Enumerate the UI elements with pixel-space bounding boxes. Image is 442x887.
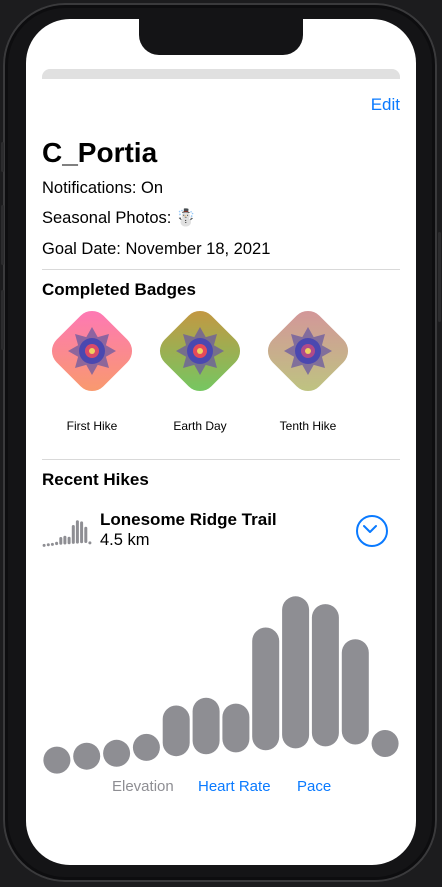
edit-button[interactable]: Edit	[371, 95, 400, 115]
mini-elevation-bar	[50, 542, 54, 546]
hike-elevation-mini-chart	[42, 520, 92, 547]
badge-emblem-icon	[176, 327, 224, 375]
badge-emblem-icon	[68, 327, 116, 375]
divider	[42, 459, 400, 460]
elevation-bar	[252, 627, 280, 751]
badge-label: First Hike	[66, 419, 118, 433]
tab-heart-rate[interactable]: Heart Rate	[198, 778, 271, 795]
goal-date: Goal Date: November 18, 2021	[42, 240, 271, 258]
badge-label: Earth Day	[173, 419, 227, 433]
elevation-chart	[43, 596, 399, 774]
elevation-bar	[341, 639, 369, 745]
seasonal-photos-status: Seasonal Photos: ☃️	[42, 209, 197, 227]
username: C_Portia	[42, 137, 158, 168]
elevation-bar	[103, 739, 131, 767]
sheet-edge	[42, 69, 400, 79]
mini-elevation-bar	[42, 543, 46, 547]
volume-down-button	[1, 290, 4, 350]
badge-emblem-icon	[284, 327, 332, 375]
mini-elevation-bar	[55, 541, 59, 546]
mini-elevation-bar	[67, 536, 71, 545]
hike-distance: 4.5 km	[100, 531, 150, 549]
mute-switch	[1, 142, 4, 172]
mini-elevation-bar	[46, 543, 50, 547]
elevation-bar	[371, 730, 399, 757]
mini-elevation-bar	[84, 526, 88, 543]
notch	[139, 19, 303, 55]
elevation-bar	[222, 703, 250, 753]
badge-label: Tenth Hike	[279, 419, 337, 433]
mini-elevation-bar	[71, 525, 75, 544]
side-button	[438, 232, 441, 322]
elevation-bar	[192, 697, 220, 755]
screen: Edit C_Portia Notifications: On Seasonal…	[26, 19, 416, 865]
mini-elevation-bar	[63, 535, 67, 545]
notifications-status: Notifications: On	[42, 179, 164, 197]
tab-elevation[interactable]: Elevation	[112, 778, 174, 795]
mini-elevation-bar	[75, 520, 79, 544]
expand-hike-button[interactable]	[356, 515, 388, 547]
tab-pace[interactable]: Pace	[297, 778, 331, 795]
recent-hikes-title: Recent Hikes	[42, 470, 149, 489]
elevation-bar	[162, 705, 190, 757]
elevation-bar	[43, 746, 71, 774]
hike-name: Lonesome Ridge Trail	[100, 510, 277, 529]
completed-badges-title: Completed Badges	[42, 280, 196, 299]
mini-elevation-bar	[80, 521, 84, 544]
volume-up-button	[1, 205, 4, 265]
divider	[42, 269, 400, 270]
elevation-bar	[282, 596, 310, 749]
elevation-bar	[311, 604, 339, 747]
chevron-down-icon	[363, 525, 377, 533]
mini-elevation-bar	[59, 537, 63, 545]
elevation-bar	[132, 733, 160, 761]
elevation-bar	[73, 742, 101, 770]
metric-tabs: Elevation Heart Rate Pace	[26, 778, 416, 800]
mini-elevation-bar	[88, 541, 92, 545]
